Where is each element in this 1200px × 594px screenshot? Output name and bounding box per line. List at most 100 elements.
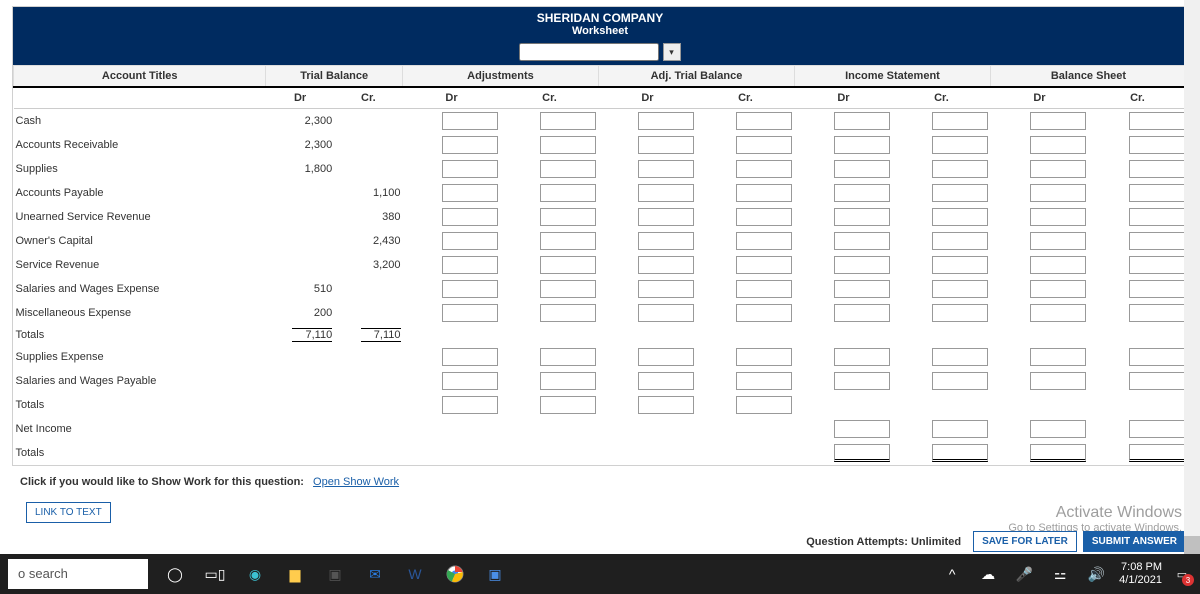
cell-input[interactable]	[932, 420, 988, 438]
onedrive-icon[interactable]: ☁	[975, 561, 1001, 587]
cell-input[interactable]	[1129, 232, 1185, 250]
cell-input[interactable]	[736, 112, 792, 130]
cell-input[interactable]	[442, 112, 498, 130]
cell-input[interactable]	[1129, 112, 1185, 130]
cell-input[interactable]	[1129, 304, 1185, 322]
cell-input[interactable]	[1129, 348, 1185, 366]
cell-input[interactable]	[736, 184, 792, 202]
cell-input[interactable]	[1030, 420, 1086, 438]
cell-input[interactable]	[1030, 444, 1086, 462]
cell-input[interactable]	[540, 112, 596, 130]
cell-input[interactable]	[736, 280, 792, 298]
cell-input[interactable]	[736, 348, 792, 366]
date-input[interactable]	[519, 43, 659, 61]
cell-input[interactable]	[540, 256, 596, 274]
cell-input[interactable]	[638, 232, 694, 250]
cell-input[interactable]	[442, 372, 498, 390]
cell-input[interactable]	[736, 304, 792, 322]
cell-input[interactable]	[540, 348, 596, 366]
cell-input[interactable]	[1129, 136, 1185, 154]
cell-input[interactable]	[932, 208, 988, 226]
cell-input[interactable]	[932, 232, 988, 250]
cell-input[interactable]	[834, 136, 890, 154]
cell-input[interactable]	[442, 348, 498, 366]
cell-input[interactable]	[442, 136, 498, 154]
scrollbar-thumb[interactable]	[1184, 536, 1200, 554]
cell-input[interactable]	[736, 256, 792, 274]
cell-input[interactable]	[932, 256, 988, 274]
scrollbar[interactable]	[1184, 0, 1200, 554]
cell-input[interactable]	[442, 184, 498, 202]
cell-input[interactable]	[540, 160, 596, 178]
cell-input[interactable]	[1030, 372, 1086, 390]
wifi-icon[interactable]: ⚍	[1047, 561, 1073, 587]
cell-input[interactable]	[736, 372, 792, 390]
submit-answer-button[interactable]: SUBMIT ANSWER	[1083, 531, 1186, 552]
cell-input[interactable]	[736, 208, 792, 226]
cell-input[interactable]	[1030, 232, 1086, 250]
cell-input[interactable]	[1030, 348, 1086, 366]
cell-input[interactable]	[834, 280, 890, 298]
cell-input[interactable]	[442, 256, 498, 274]
cell-input[interactable]	[932, 184, 988, 202]
cell-input[interactable]	[442, 232, 498, 250]
cell-input[interactable]	[1030, 280, 1086, 298]
cell-input[interactable]	[932, 372, 988, 390]
cell-input[interactable]	[932, 280, 988, 298]
cell-input[interactable]	[1129, 184, 1185, 202]
cortana-icon[interactable]: ◯	[162, 561, 188, 587]
cell-input[interactable]	[834, 232, 890, 250]
cell-input[interactable]	[442, 160, 498, 178]
microphone-icon[interactable]: 🎤	[1011, 561, 1037, 587]
cell-input[interactable]	[932, 112, 988, 130]
mail-icon[interactable]: ✉	[362, 561, 388, 587]
cell-input[interactable]	[834, 420, 890, 438]
cell-input[interactable]	[638, 184, 694, 202]
word-icon[interactable]: W	[402, 561, 428, 587]
open-show-work-link[interactable]: Open Show Work	[313, 476, 399, 488]
cell-input[interactable]	[1030, 160, 1086, 178]
cell-input[interactable]	[834, 160, 890, 178]
cell-input[interactable]	[638, 396, 694, 414]
cell-input[interactable]	[834, 348, 890, 366]
cell-input[interactable]	[442, 280, 498, 298]
cell-input[interactable]	[1129, 280, 1185, 298]
taskbar-search[interactable]: o search	[8, 559, 148, 589]
cell-input[interactable]	[540, 208, 596, 226]
cell-input[interactable]	[540, 304, 596, 322]
cell-input[interactable]	[932, 136, 988, 154]
cell-input[interactable]	[442, 396, 498, 414]
cell-input[interactable]	[638, 160, 694, 178]
cell-input[interactable]	[736, 232, 792, 250]
cell-input[interactable]	[736, 160, 792, 178]
cell-input[interactable]	[1129, 372, 1185, 390]
cell-input[interactable]	[834, 372, 890, 390]
store-icon[interactable]: ▣	[322, 561, 348, 587]
save-for-later-button[interactable]: SAVE FOR LATER	[973, 531, 1077, 552]
cell-input[interactable]	[638, 136, 694, 154]
volume-icon[interactable]: 🔊	[1083, 561, 1109, 587]
cell-input[interactable]	[834, 444, 890, 462]
link-to-text-button[interactable]: LINK TO TEXT	[26, 502, 111, 523]
cell-input[interactable]	[442, 208, 498, 226]
cell-input[interactable]	[442, 304, 498, 322]
tray-expand-icon[interactable]: ^	[939, 561, 965, 587]
cell-input[interactable]	[834, 184, 890, 202]
cell-input[interactable]	[736, 136, 792, 154]
cell-input[interactable]	[1129, 208, 1185, 226]
notification-icon[interactable]: ▭3	[1172, 564, 1192, 584]
cell-input[interactable]	[1030, 256, 1086, 274]
cell-input[interactable]	[540, 232, 596, 250]
file-explorer-icon[interactable]: ▆	[282, 561, 308, 587]
cell-input[interactable]	[540, 280, 596, 298]
tray-clock[interactable]: 7:08 PM 4/1/2021	[1119, 561, 1162, 587]
cell-input[interactable]	[932, 348, 988, 366]
cell-input[interactable]	[834, 208, 890, 226]
cell-input[interactable]	[1129, 420, 1185, 438]
cell-input[interactable]	[540, 396, 596, 414]
cell-input[interactable]	[1129, 444, 1185, 462]
cell-input[interactable]	[834, 112, 890, 130]
cell-input[interactable]	[1030, 136, 1086, 154]
cell-input[interactable]	[932, 444, 988, 462]
cell-input[interactable]	[1030, 304, 1086, 322]
